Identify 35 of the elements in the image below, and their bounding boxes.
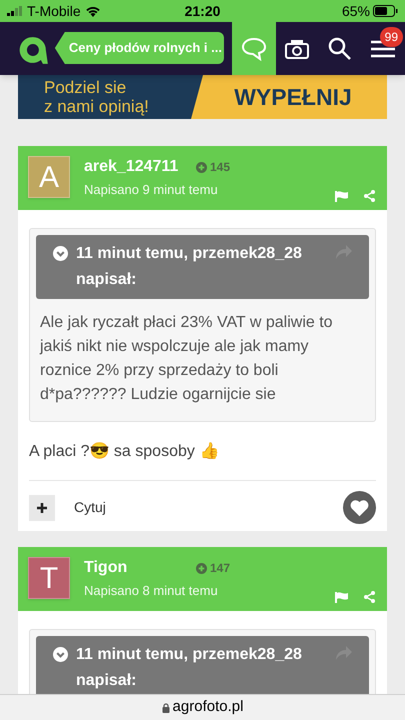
banner-text: z nami opinią! [44, 97, 150, 116]
camera-icon [285, 38, 310, 58]
wifi-icon [84, 5, 101, 17]
avatar[interactable]: A [28, 156, 70, 198]
menu-button[interactable]: 99 [361, 22, 405, 75]
battery-icon [373, 5, 398, 17]
search-icon [328, 36, 352, 60]
fill-in-button[interactable]: WYPEŁNIJ [191, 75, 387, 119]
post-time: Napisano 8 minut temu [84, 582, 219, 600]
quote-author-line: 11 minut temu, przemek28_28 napisał: [76, 645, 303, 691]
reputation-count: 147 [210, 560, 230, 577]
plus-circle-icon [196, 562, 207, 574]
clock: 21:20 [184, 2, 222, 20]
reputation-count: 145 [210, 159, 230, 176]
chevron-down-icon[interactable] [53, 647, 68, 662]
banner-text: Podziel sie [44, 78, 128, 97]
logo-icon[interactable] [17, 34, 49, 66]
quote-link[interactable]: Cytuj [74, 497, 343, 518]
post-time: Napisano 9 minut temu [84, 181, 219, 199]
quote-author-line: 11 minut temu, przemek28_28 napisał: [76, 244, 303, 290]
notification-badge: 99 [380, 27, 403, 47]
url-address[interactable]: agrofoto.pl [172, 696, 244, 719]
battery-percent: 65% [342, 2, 370, 20]
post-text: A placi ?😎 sa sposoby 👍 [29, 440, 376, 481]
chevron-down-icon[interactable] [53, 246, 68, 261]
plus-icon [37, 502, 47, 512]
carrier-name: T-Mobile [27, 2, 81, 20]
add-button[interactable] [29, 494, 55, 520]
signal-icon [7, 6, 23, 16]
speech-bubble-icon [240, 36, 267, 60]
quoted-text: Ale jak ryczałt płaci 23% VAT w paliwie to jakiś nikt nie wspolczuje ale jak mamy roznice 2% przy sprzedaży to boli d*pa?????? Ludzie ogarnijcie sie [38, 313, 334, 405]
avatar[interactable]: T [28, 557, 70, 599]
plus-circle-icon [196, 162, 207, 172]
lock-icon [162, 702, 170, 712]
heart-button[interactable] [343, 491, 376, 524]
